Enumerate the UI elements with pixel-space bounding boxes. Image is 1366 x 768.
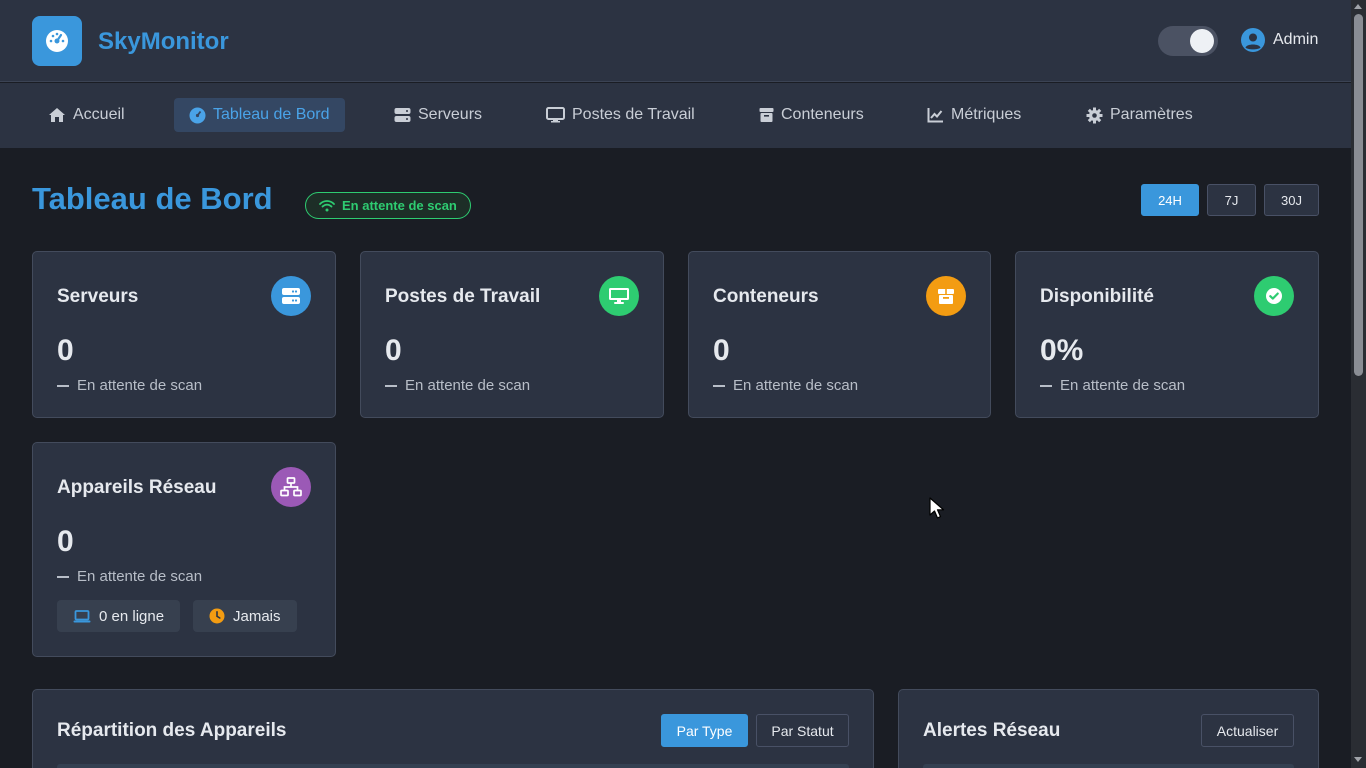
card-value: 0% xyxy=(1040,334,1084,367)
clock-icon xyxy=(209,608,225,624)
wifi-icon xyxy=(319,200,335,212)
nav-label: Serveurs xyxy=(418,106,483,123)
card-title: Serveurs xyxy=(57,286,139,307)
last-scan: Jamais xyxy=(233,607,281,625)
scroll-thumb[interactable] xyxy=(1354,14,1363,376)
main-nav: Accueil Tableau de Bord Serveurs Postes … xyxy=(0,83,1351,148)
server-icon xyxy=(271,276,311,316)
card-value: 0 xyxy=(713,334,730,367)
card-title: Disponibilité xyxy=(1040,286,1154,307)
user-menu[interactable]: Admin xyxy=(1241,28,1318,52)
minus-icon xyxy=(57,575,69,578)
nav-item-accueil[interactable]: Accueil xyxy=(48,98,125,132)
chart-area xyxy=(57,764,849,768)
server-icon xyxy=(394,108,411,122)
user-circle-icon xyxy=(1241,28,1265,52)
status-text: En attente de scan xyxy=(342,198,457,213)
range-7j-button[interactable]: 7J xyxy=(1207,184,1256,216)
card-subtext: En attente de scan xyxy=(57,377,202,394)
desktop-icon xyxy=(599,276,639,316)
scroll-up-icon[interactable] xyxy=(1354,4,1362,9)
minus-icon xyxy=(1040,384,1052,387)
card-title: Appareils Réseau xyxy=(57,477,217,498)
stat-card-appareils-reseau[interactable]: Appareils Réseau 0 En attente de scan 0 … xyxy=(32,442,336,657)
panel-title: Alertes Réseau xyxy=(923,720,1061,741)
refresh-button[interactable]: Actualiser xyxy=(1201,714,1294,747)
nav-item-tableau-de-bord[interactable]: Tableau de Bord xyxy=(174,98,345,132)
card-title: Postes de Travail xyxy=(385,286,541,307)
laptop-icon xyxy=(73,609,91,622)
mouse-cursor-icon xyxy=(929,497,945,519)
stat-card-postes-de-travail[interactable]: Postes de Travail 0 En attente de scan xyxy=(360,251,664,418)
stat-card-serveurs[interactable]: Serveurs 0 En attente de scan xyxy=(32,251,336,418)
app-title: SkyMonitor xyxy=(98,28,229,55)
chart-line-icon xyxy=(927,108,943,123)
card-value: 0 xyxy=(385,334,402,367)
nav-item-postes-de-travail[interactable]: Postes de Travail xyxy=(546,98,695,132)
last-scan-pill: Jamais xyxy=(193,600,297,632)
page-title: Tableau de Bord xyxy=(32,181,273,216)
user-name: Admin xyxy=(1273,31,1319,48)
stat-card-disponibilite[interactable]: Disponibilité 0% En attente de scan xyxy=(1015,251,1319,418)
top-bar: SkyMonitor Admin xyxy=(0,0,1351,82)
card-value: 0 xyxy=(57,525,74,558)
card-sub-label: En attente de scan xyxy=(733,377,859,394)
nav-item-metriques[interactable]: Métriques xyxy=(927,98,1021,132)
theme-toggle[interactable] xyxy=(1158,26,1218,56)
nav-item-serveurs[interactable]: Serveurs xyxy=(394,98,482,132)
panel-title: Répartition des Appareils xyxy=(57,720,287,741)
card-subtext: En attente de scan xyxy=(1040,377,1185,394)
minus-icon xyxy=(713,384,725,387)
logo[interactable] xyxy=(32,16,82,66)
card-sub-label: En attente de scan xyxy=(1060,377,1186,394)
card-title: Conteneurs xyxy=(713,286,819,307)
card-sub-label: En attente de scan xyxy=(77,377,203,394)
status-badge: En attente de scan xyxy=(305,192,471,219)
by-type-button[interactable]: Par Type xyxy=(661,714,748,747)
card-subtext: En attente de scan xyxy=(385,377,530,394)
box-icon xyxy=(759,108,774,122)
range-24h-button[interactable]: 24H xyxy=(1141,184,1199,216)
stat-card-conteneurs[interactable]: Conteneurs 0 En attente de scan xyxy=(688,251,991,418)
check-circle-icon xyxy=(1254,276,1294,316)
page-scrollbar[interactable] xyxy=(1351,0,1366,768)
nav-label: Accueil xyxy=(73,106,125,123)
minus-icon xyxy=(57,384,69,387)
dashboard-icon xyxy=(189,107,206,123)
card-subtext: En attente de scan xyxy=(713,377,858,394)
toggle-knob xyxy=(1190,29,1214,53)
nav-label: Postes de Travail xyxy=(572,106,695,123)
online-count-pill: 0 en ligne xyxy=(57,600,181,632)
minus-icon xyxy=(385,384,397,387)
nav-label: Conteneurs xyxy=(781,106,864,123)
gear-icon xyxy=(1086,107,1103,123)
alerts-list xyxy=(923,764,1294,768)
by-status-button[interactable]: Par Statut xyxy=(756,714,849,747)
box-icon xyxy=(926,276,966,316)
nav-item-conteneurs[interactable]: Conteneurs xyxy=(759,98,864,132)
card-sub-label: En attente de scan xyxy=(77,568,203,585)
device-distribution-panel: Répartition des Appareils Par Type Par S… xyxy=(32,689,874,768)
card-sub-label: En attente de scan xyxy=(405,377,531,394)
scroll-down-icon[interactable] xyxy=(1354,757,1362,762)
home-icon xyxy=(49,108,65,122)
network-alerts-panel: Alertes Réseau Actualiser xyxy=(898,689,1319,768)
range-30j-button[interactable]: 30J xyxy=(1264,184,1319,216)
network-icon xyxy=(271,467,311,507)
nav-label: Métriques xyxy=(951,106,1022,123)
nav-label: Paramètres xyxy=(1110,106,1193,123)
gauge-icon xyxy=(46,30,68,52)
nav-item-parametres[interactable]: Paramètres xyxy=(1086,98,1193,132)
online-count: 0 en ligne xyxy=(99,607,165,625)
card-subtext: En attente de scan xyxy=(57,568,202,585)
desktop-icon xyxy=(546,107,565,123)
nav-label: Tableau de Bord xyxy=(213,106,330,123)
card-value: 0 xyxy=(57,334,74,367)
